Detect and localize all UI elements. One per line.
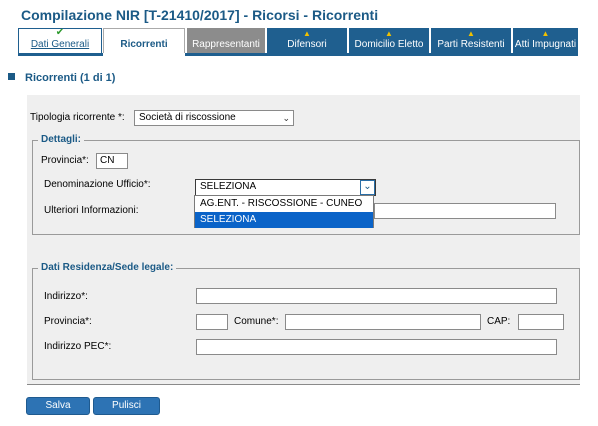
section-title: Ricorrenti (1 di 1) — [25, 72, 116, 84]
tab-bar: ✔ Dati Generali Ricorrenti Rappresentant… — [18, 28, 578, 53]
save-button[interactable]: Salva — [26, 397, 90, 415]
tab-underline-gap — [103, 53, 185, 56]
warning-icon: ▲ — [385, 29, 393, 38]
tipologia-value: Società di riscossione — [139, 112, 236, 123]
tab-label: Dati Generali — [30, 39, 90, 50]
tab-dati-generali[interactable]: ✔ Dati Generali — [18, 28, 102, 53]
tab-label: Parti Resistenti — [437, 39, 505, 50]
provincia-field[interactable]: CN — [96, 153, 128, 169]
tab-domicilio-eletto[interactable]: ▲ Domicilio Eletto — [349, 28, 429, 53]
warning-icon: ▲ — [541, 29, 550, 38]
tab-parti-resistenti[interactable]: ▲ Parti Resistenti — [431, 28, 511, 53]
tab-label: Ricorrenti — [120, 39, 168, 50]
denominazione-ufficio-value: SELEZIONA — [200, 181, 257, 192]
dettagli-legend: Dettagli: — [38, 134, 84, 145]
ulteriori-informazioni-field[interactable] — [374, 203, 556, 219]
pec-label: Indirizzo PEC*: — [44, 341, 112, 352]
divider — [27, 384, 580, 385]
tab-ricorrenti[interactable]: Ricorrenti — [103, 28, 185, 53]
chevron-down-icon: ⌄ — [282, 113, 290, 123]
cap-field[interactable] — [518, 314, 564, 330]
residenza-provincia-field[interactable] — [196, 314, 228, 330]
comune-label: Comune*: — [234, 316, 279, 327]
denominazione-ufficio-select[interactable]: SELEZIONA — [195, 179, 376, 196]
cap-label: CAP: — [487, 316, 511, 327]
provincia-label: Provincia*: — [41, 155, 89, 166]
tab-difensori[interactable]: ▲ Difensori — [267, 28, 347, 53]
comune-field[interactable] — [285, 314, 481, 330]
tab-rappresentanti[interactable]: Rappresentanti — [187, 28, 265, 53]
tab-underline — [18, 53, 578, 56]
pec-field[interactable] — [196, 339, 557, 355]
tab-atti-impugnati[interactable]: ▲ Atti Impugnati — [513, 28, 578, 53]
indirizzo-label: Indirizzo*: — [44, 291, 88, 302]
page-title: Compilazione NIR [T-21410/2017] - Ricors… — [21, 7, 379, 23]
indirizzo-field[interactable] — [196, 288, 557, 304]
tab-label: Atti Impugnati — [514, 39, 577, 50]
tipologia-select[interactable]: Società di riscossione ⌄ — [134, 110, 294, 126]
dropdown-toggle-button[interactable]: ⌄ — [360, 180, 375, 195]
tab-label: Domicilio Eletto — [354, 39, 424, 50]
warning-icon: ▲ — [467, 29, 475, 38]
residenza-legend: Dati Residenza/Sede legale: — [38, 262, 177, 273]
clear-button[interactable]: Pulisci — [93, 397, 160, 415]
denominazione-ufficio-label: Denominazione Ufficio*: — [44, 179, 151, 190]
check-icon: ✔ — [55, 27, 65, 38]
denominazione-ufficio-dropdown: AG.ENT. - RISCOSSIONE - CUNEO SELEZIONA — [194, 195, 374, 228]
warning-icon: ▲ — [303, 29, 311, 38]
tab-label: Difensori — [287, 39, 327, 50]
tipologia-label: Tipologia ricorrente *: — [30, 112, 125, 123]
dropdown-option[interactable]: AG.ENT. - RISCOSSIONE - CUNEO — [195, 196, 373, 212]
chevron-down-icon: ⌄ — [363, 181, 372, 192]
square-bullet-icon — [8, 73, 15, 80]
ulteriori-informazioni-label: Ulteriori Informazioni: — [44, 205, 139, 216]
residenza-provincia-label: Provincia*: — [44, 316, 92, 327]
section-heading: Ricorrenti (1 di 1) — [8, 72, 115, 84]
tab-label: Rappresentanti — [192, 39, 260, 50]
dropdown-option-selected[interactable]: SELEZIONA — [195, 212, 373, 228]
